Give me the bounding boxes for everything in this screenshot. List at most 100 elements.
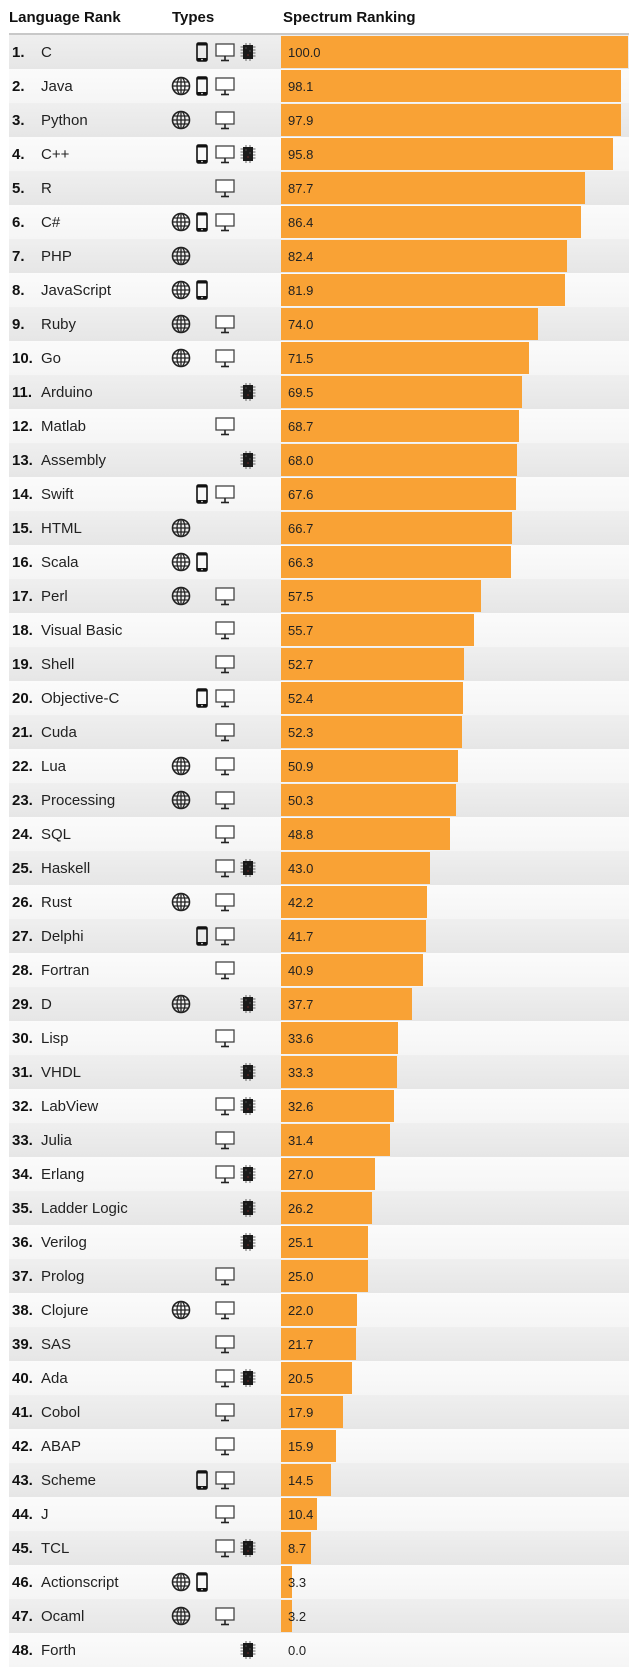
language-name[interactable]: Cobol	[41, 1404, 80, 1421]
language-name[interactable]: Java	[41, 78, 73, 95]
table-row[interactable]: 43. Scheme 14.5	[9, 1463, 629, 1497]
table-row[interactable]: 12. Matlab 68.7	[9, 409, 629, 443]
table-row[interactable]: 15. HTML 66.7	[9, 511, 629, 545]
language-name[interactable]: Objective-C	[41, 690, 119, 707]
table-row[interactable]: 5. R 87.7	[9, 171, 629, 205]
language-name[interactable]: C++	[41, 146, 69, 163]
table-row[interactable]: 33. Julia 31.4	[9, 1123, 629, 1157]
table-row[interactable]: 36. Verilog 25.1	[9, 1225, 629, 1259]
language-name[interactable]: Arduino	[41, 384, 93, 401]
language-name[interactable]: Swift	[41, 486, 74, 503]
table-row[interactable]: 6. C# 86.4	[9, 205, 629, 239]
table-row[interactable]: 17. Perl 57.5	[9, 579, 629, 613]
language-name[interactable]: Julia	[41, 1132, 72, 1149]
language-name[interactable]: J	[41, 1506, 49, 1523]
table-row[interactable]: 24. SQL 48.8	[9, 817, 629, 851]
table-row[interactable]: 34. Erlang 27.0	[9, 1157, 629, 1191]
table-row[interactable]: 19. Shell 52.7	[9, 647, 629, 681]
column-header-types[interactable]: Types	[172, 9, 214, 26]
table-row[interactable]: 13. Assembly 68.0	[9, 443, 629, 477]
table-row[interactable]: 42. ABAP 15.9	[9, 1429, 629, 1463]
language-name[interactable]: C#	[41, 214, 60, 231]
table-row[interactable]: 2. Java 98.1	[9, 69, 629, 103]
table-row[interactable]: 39. SAS 21.7	[9, 1327, 629, 1361]
table-row[interactable]: 38. Clojure 22.0	[9, 1293, 629, 1327]
table-row[interactable]: 48. Forth 0.0	[9, 1633, 629, 1667]
language-name[interactable]: Erlang	[41, 1166, 84, 1183]
language-name[interactable]: C	[41, 44, 52, 61]
language-name[interactable]: Lisp	[41, 1030, 69, 1047]
language-name[interactable]: Ocaml	[41, 1608, 84, 1625]
language-name[interactable]: Actionscript	[41, 1574, 119, 1591]
language-name[interactable]: D	[41, 996, 52, 1013]
table-row[interactable]: 14. Swift 67.6	[9, 477, 629, 511]
language-name[interactable]: Perl	[41, 588, 68, 605]
language-name[interactable]: JavaScript	[41, 282, 111, 299]
language-name[interactable]: Processing	[41, 792, 115, 809]
language-name[interactable]: Go	[41, 350, 61, 367]
table-row[interactable]: 1. C 100.0	[9, 35, 629, 69]
language-name[interactable]: Ada	[41, 1370, 68, 1387]
table-row[interactable]: 22. Lua 50.9	[9, 749, 629, 783]
language-name[interactable]: TCL	[41, 1540, 69, 1557]
table-row[interactable]: 11. Arduino 69.5	[9, 375, 629, 409]
language-name[interactable]: R	[41, 180, 52, 197]
language-name[interactable]: Assembly	[41, 452, 106, 469]
language-name[interactable]: HTML	[41, 520, 82, 537]
language-name[interactable]: SAS	[41, 1336, 71, 1353]
language-name[interactable]: Lua	[41, 758, 66, 775]
language-name[interactable]: Forth	[41, 1642, 76, 1659]
table-row[interactable]: 41. Cobol 17.9	[9, 1395, 629, 1429]
column-header-spectrum-ranking[interactable]: Spectrum Ranking	[283, 9, 416, 26]
table-row[interactable]: 47. Ocaml 3.2	[9, 1599, 629, 1633]
rank-number: 10.	[12, 350, 33, 367]
table-row[interactable]: 9. Ruby 74.0	[9, 307, 629, 341]
table-row[interactable]: 18. Visual Basic 55.7	[9, 613, 629, 647]
table-row[interactable]: 21. Cuda 52.3	[9, 715, 629, 749]
table-row[interactable]: 10. Go 71.5	[9, 341, 629, 375]
column-header-language-rank[interactable]: Language Rank	[9, 9, 121, 26]
language-name[interactable]: Fortran	[41, 962, 89, 979]
language-name[interactable]: Visual Basic	[41, 622, 122, 639]
table-row[interactable]: 8. JavaScript 81.9	[9, 273, 629, 307]
language-name[interactable]: Prolog	[41, 1268, 84, 1285]
language-name[interactable]: Cuda	[41, 724, 77, 741]
language-name[interactable]: Scheme	[41, 1472, 96, 1489]
table-row[interactable]: 30. Lisp 33.6	[9, 1021, 629, 1055]
table-row[interactable]: 35. Ladder Logic 26.2	[9, 1191, 629, 1225]
table-row[interactable]: 46. Actionscript 3.3	[9, 1565, 629, 1599]
table-row[interactable]: 37. Prolog 25.0	[9, 1259, 629, 1293]
table-row[interactable]: 26. Rust 42.2	[9, 885, 629, 919]
table-row[interactable]: 29. D 37.7	[9, 987, 629, 1021]
table-row[interactable]: 45. TCL 8.7	[9, 1531, 629, 1565]
table-row[interactable]: 3. Python 97.9	[9, 103, 629, 137]
language-name[interactable]: Ladder Logic	[41, 1200, 128, 1217]
language-name[interactable]: Delphi	[41, 928, 84, 945]
language-name[interactable]: Verilog	[41, 1234, 87, 1251]
language-name[interactable]: Haskell	[41, 860, 90, 877]
language-name[interactable]: SQL	[41, 826, 71, 843]
language-name[interactable]: PHP	[41, 248, 72, 265]
language-name[interactable]: Python	[41, 112, 88, 129]
language-name[interactable]: Scala	[41, 554, 79, 571]
table-row[interactable]: 20. Objective-C 52.4	[9, 681, 629, 715]
table-row[interactable]: 7. PHP 82.4	[9, 239, 629, 273]
table-row[interactable]: 28. Fortran 40.9	[9, 953, 629, 987]
table-row[interactable]: 40. Ada 20.5	[9, 1361, 629, 1395]
table-row[interactable]: 44. J 10.4	[9, 1497, 629, 1531]
language-name[interactable]: Shell	[41, 656, 74, 673]
language-name[interactable]: LabView	[41, 1098, 98, 1115]
language-name[interactable]: Rust	[41, 894, 72, 911]
table-row[interactable]: 23. Processing 50.3	[9, 783, 629, 817]
table-row[interactable]: 4. C++ 95.8	[9, 137, 629, 171]
language-name[interactable]: Ruby	[41, 316, 76, 333]
language-name[interactable]: Matlab	[41, 418, 86, 435]
table-row[interactable]: 31. VHDL 33.3	[9, 1055, 629, 1089]
language-name[interactable]: ABAP	[41, 1438, 81, 1455]
language-name[interactable]: VHDL	[41, 1064, 81, 1081]
table-row[interactable]: 16. Scala 66.3	[9, 545, 629, 579]
table-row[interactable]: 25. Haskell 43.0	[9, 851, 629, 885]
language-name[interactable]: Clojure	[41, 1302, 89, 1319]
table-row[interactable]: 32. LabView 32.6	[9, 1089, 629, 1123]
table-row[interactable]: 27. Delphi 41.7	[9, 919, 629, 953]
